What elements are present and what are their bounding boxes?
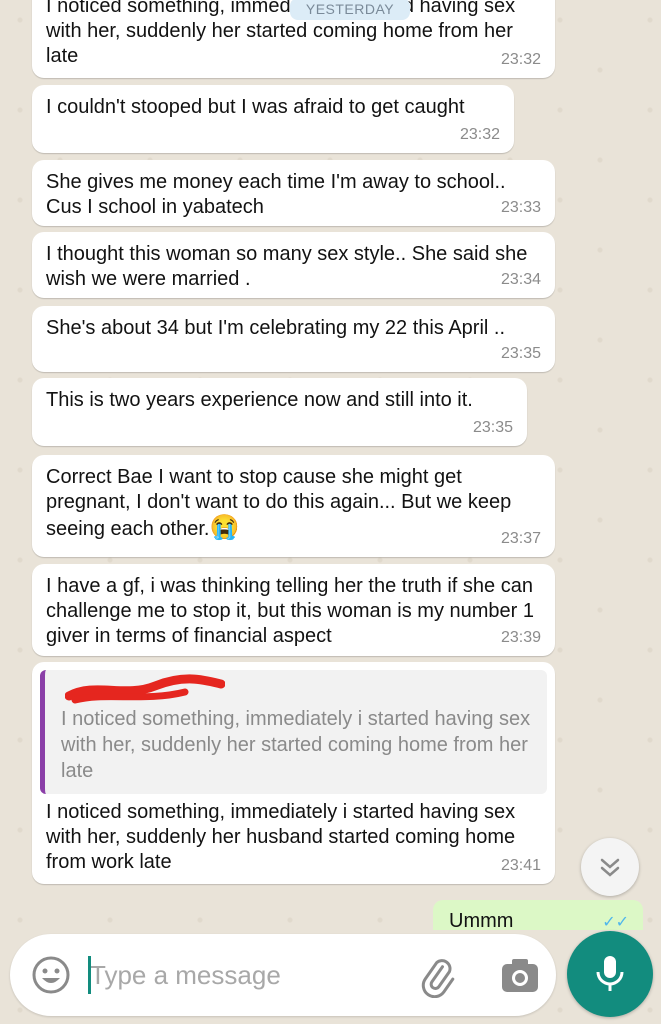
message-bubble[interactable]: This is two years experience now and sti…: [32, 378, 527, 446]
emoji-icon[interactable]: [30, 954, 72, 996]
message-text: She's about 34 but I'm celebrating my 22…: [46, 317, 505, 339]
message-time: 23:32: [459, 126, 500, 143]
sent-message-text: Ummm: [449, 910, 514, 930]
message-bubble[interactable]: I have a gf, i was thinking telling her …: [32, 564, 555, 656]
message-bubble[interactable]: She's about 34 but I'm celebrating my 22…: [32, 306, 555, 372]
message-bubble[interactable]: Correct Bae I want to stop cause she mig…: [32, 455, 555, 557]
message-text: I have a gf, i was thinking telling her …: [46, 575, 535, 647]
voice-record-button[interactable]: [567, 931, 653, 1017]
message-bubble[interactable]: She gives me money each time I'm away to…: [32, 160, 555, 226]
double-chevron-down-icon: [600, 858, 620, 877]
message-text: She gives me money each time I'm away to…: [46, 171, 506, 218]
message-text: I couldn't stooped but I was afraid to g…: [46, 96, 465, 118]
crying-emoji-icon: 😭: [209, 514, 240, 541]
camera-icon[interactable]: [498, 954, 542, 998]
message-time: 23:39: [500, 629, 541, 646]
redacted-name-scribble: [65, 674, 225, 704]
scroll-to-bottom-button[interactable]: [581, 838, 639, 896]
message-input[interactable]: [86, 950, 390, 1000]
quoted-text: I noticed something, immediately i start…: [61, 708, 531, 782]
message-time: 23:41: [500, 857, 541, 874]
message-time: 23:35: [472, 419, 513, 436]
message-time: 23:35: [500, 345, 541, 362]
message-text: I thought this woman so many sex style..…: [46, 243, 528, 290]
message-text: Correct Bae I want to stop cause she mig…: [46, 465, 541, 542]
message-text-body: Correct Bae I want to stop cause she mig…: [46, 466, 512, 540]
message-bubble-reply[interactable]: I noticed something, immediately i start…: [32, 662, 555, 884]
message-bubble[interactable]: I noticed something, immediately i start…: [32, 0, 555, 78]
message-composer: [10, 934, 556, 1016]
quoted-message[interactable]: I noticed something, immediately i start…: [40, 670, 547, 794]
paperclip-icon[interactable]: [414, 954, 458, 998]
text-cursor: [88, 956, 91, 994]
message-bubble[interactable]: I couldn't stooped but I was afraid to g…: [32, 85, 514, 153]
message-time: 23:33: [500, 199, 541, 216]
message-list[interactable]: I noticed something, immediately i start…: [0, 0, 661, 930]
message-bubble[interactable]: I thought this woman so many sex style..…: [32, 232, 555, 298]
message-time: 23:32: [500, 51, 541, 68]
mic-icon: [596, 956, 624, 991]
message-text: This is two years experience now and sti…: [46, 389, 473, 411]
date-label: YESTERDAY: [290, 0, 410, 20]
message-time: 23:34: [500, 271, 541, 288]
read-receipt-icon: ✓✓: [602, 914, 629, 930]
sent-message-bubble[interactable]: Ummm ✓✓: [433, 900, 643, 930]
message-time: 23:37: [500, 530, 541, 547]
message-text: I noticed something, immediately i start…: [46, 801, 516, 873]
